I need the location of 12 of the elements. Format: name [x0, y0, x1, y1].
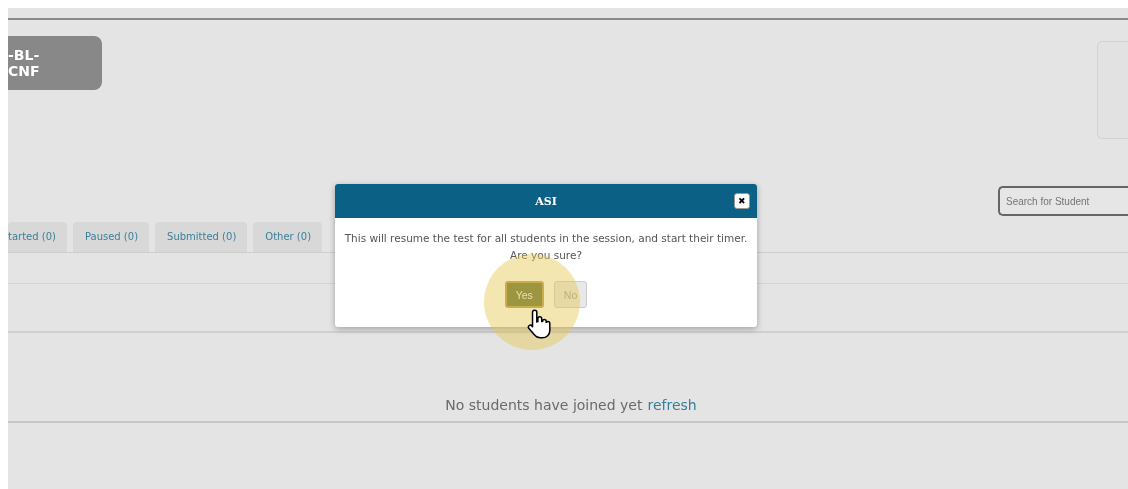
tab[interactable]: tarted (0): [8, 222, 67, 252]
dialog-message: This will resume the test for all students in the session, and start their timer. Are you sure?: [343, 231, 749, 263]
close-button[interactable]: ✖: [734, 193, 750, 209]
search-field[interactable]: Search for Student: [998, 186, 1128, 216]
dialog-button[interactable]: Yes: [504, 281, 544, 308]
empty-message: No students have joined yet: [445, 397, 643, 413]
dialog-title: ASI: [535, 194, 557, 208]
tab[interactable]: Paused (0): [72, 222, 150, 252]
refresh-link[interactable]: refresh: [647, 397, 697, 413]
tab[interactable]: Other (0): [253, 222, 323, 252]
session-badge: -BL-CNF: [8, 36, 102, 90]
tab[interactable]: Submitted (0): [155, 222, 248, 252]
